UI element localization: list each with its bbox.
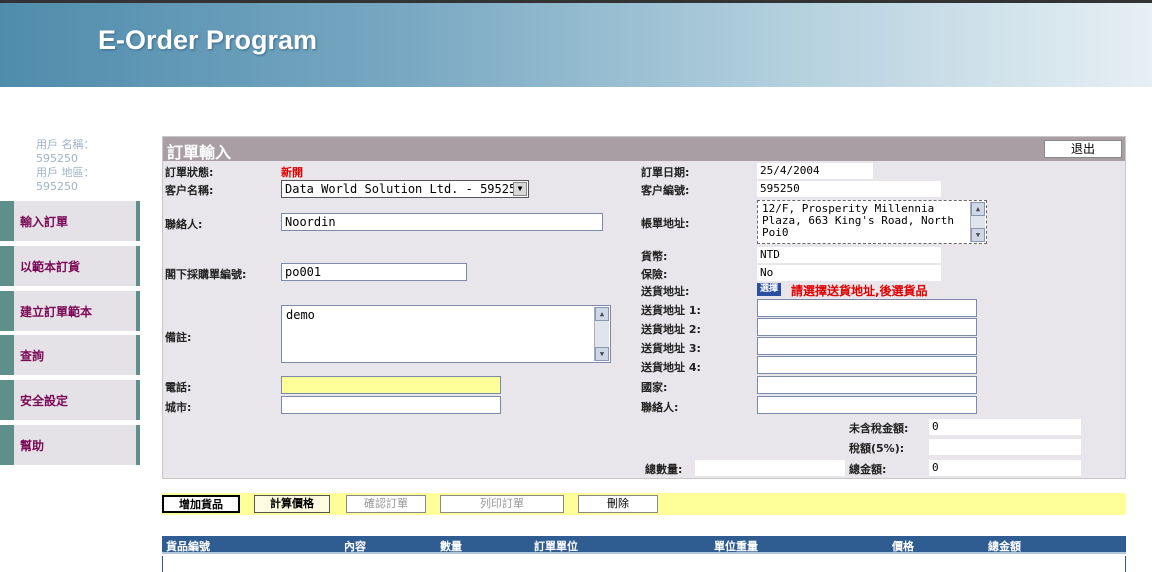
customer-no-label: 客户編號: — [641, 184, 690, 197]
column-header-quantity: 數量 — [440, 540, 462, 553]
city-label: 城市: — [165, 401, 192, 414]
user-region-value: 595250 — [36, 180, 78, 193]
delete-button[interactable]: 刪除 — [578, 495, 658, 513]
nav-item-security[interactable]: 安全設定 — [0, 380, 140, 420]
contact-label: 聯絡人: — [165, 218, 203, 231]
column-header-item-no: 貨品編號 — [166, 540, 210, 553]
column-header-description: 內容 — [344, 540, 366, 553]
po-number-input[interactable]: po001 — [281, 263, 467, 281]
order-form-panel: 訂單輸入 退出 訂單狀態: 新開 客户名稱: Data World Soluti… — [162, 136, 1126, 479]
ship-address-1-label: 送貨地址 1: — [641, 304, 701, 317]
currency-label: 貨幣: — [641, 250, 668, 263]
contact-input[interactable]: Noordin — [281, 213, 603, 231]
total-quantity-value — [695, 460, 845, 476]
country-input[interactable] — [757, 376, 977, 394]
header-banner: E-Order Program — [0, 0, 1152, 87]
total-amount-value: 0 — [929, 460, 1081, 476]
total-amount-label: 總金額: — [849, 463, 887, 476]
column-header-order-unit: 訂單單位 — [534, 540, 578, 553]
nav-item-create-template[interactable]: 建立訂單範本 — [0, 291, 140, 331]
nav-item-help[interactable]: 幫助 — [0, 425, 140, 465]
column-header-total: 總金額 — [988, 540, 1021, 553]
ship-address-1-input[interactable] — [757, 299, 977, 317]
po-number-label: 閣下採購單編號: — [165, 268, 247, 281]
scroll-down-icon[interactable]: ▼ — [971, 228, 985, 242]
shipping-hint: 請選擇送貨地址,後選貨品 — [791, 284, 928, 298]
nav-item-order-entry[interactable]: 輸入訂單 — [0, 201, 140, 241]
ship-contact-input[interactable] — [757, 396, 977, 414]
billing-address-line3: Poi0 — [762, 226, 789, 239]
items-table-body — [162, 556, 1126, 572]
billing-address-box[interactable]: 12/F, Prosperity Millennia Plaza, 663 Ki… — [757, 200, 987, 244]
chevron-down-icon[interactable]: ▼ — [513, 182, 527, 196]
nav-item-order-by-template[interactable]: 以範本訂貨 — [0, 246, 140, 286]
customer-name-select[interactable]: Data World Solution Ltd. - 595250 ▼ — [281, 180, 529, 198]
scroll-up-icon[interactable]: ▲ — [595, 307, 609, 321]
scroll-up-icon[interactable]: ▲ — [971, 202, 985, 216]
ship-address-4-label: 送貨地址 4: — [641, 361, 701, 374]
calculate-price-button[interactable]: 計算價格 — [254, 495, 330, 513]
total-quantity-label: 總數量: — [645, 463, 683, 476]
tax-value — [929, 439, 1081, 455]
ship-address-2-label: 送貨地址 2: — [641, 323, 701, 336]
ship-address-2-input[interactable] — [757, 318, 977, 336]
subtotal-value: 0 — [929, 419, 1081, 435]
remarks-text: demo — [286, 308, 315, 322]
user-region-label: 用戶 地區： — [36, 166, 95, 179]
country-label: 國家: — [641, 381, 668, 394]
subtotal-label: 未含稅金額: — [849, 422, 909, 435]
phone-label: 電話: — [165, 381, 192, 394]
action-bar: 增加貨品 計算價格 確認訂單 列印訂單 刪除 — [162, 493, 1126, 515]
order-status-label: 訂單狀態: — [165, 166, 214, 179]
tax-label: 稅額(5%): — [849, 442, 905, 455]
billing-address-line2: Plaza, 663 King's Road, North — [762, 214, 955, 227]
remarks-label: 備註: — [165, 331, 192, 344]
confirm-order-button[interactable]: 確認訂單 — [346, 495, 426, 513]
print-order-button[interactable]: 列印訂單 — [440, 495, 564, 513]
ship-contact-label: 聯絡人: — [641, 401, 679, 414]
column-header-price: 價格 — [892, 540, 914, 553]
phone-input[interactable] — [281, 376, 501, 394]
order-date-label: 訂單日期: — [641, 166, 690, 179]
order-date-value: 25/4/2004 — [757, 163, 873, 179]
select-shipping-button[interactable]: 選擇 — [757, 283, 781, 296]
ship-address-4-input[interactable] — [757, 356, 977, 374]
customer-no-value: 595250 — [757, 181, 941, 197]
billing-address-label: 帳單地址: — [641, 217, 690, 230]
shipping-address-label: 送貨地址: — [641, 285, 690, 298]
add-item-button[interactable]: 增加貨品 — [162, 495, 240, 513]
column-header-unit-weight: 單位重量 — [714, 540, 758, 553]
order-status-value: 新開 — [281, 166, 303, 179]
city-input[interactable] — [281, 396, 501, 414]
billing-address-scrollbar[interactable]: ▲ ▼ — [970, 202, 985, 242]
user-name-label: 用戶 名稱： — [36, 138, 95, 151]
insurance-value: No — [757, 265, 941, 281]
items-table-header: 貨品編號 內容 數量 訂單單位 單位重量 價格 總金額 — [162, 536, 1126, 554]
customer-name-label: 客户名稱: — [165, 184, 214, 197]
exit-button[interactable]: 退出 — [1044, 140, 1122, 158]
user-name-value: 595250 — [36, 152, 78, 165]
ship-address-3-input[interactable] — [757, 337, 977, 355]
form-header: 訂單輸入 退出 — [163, 137, 1125, 162]
ship-address-3-label: 送貨地址 3: — [641, 342, 701, 355]
remarks-textarea[interactable]: demo ▲ ▼ — [281, 305, 611, 363]
app-title: E-Order Program — [98, 25, 318, 55]
insurance-label: 保險: — [641, 268, 668, 281]
nav-item-query[interactable]: 查詢 — [0, 335, 140, 375]
scroll-down-icon[interactable]: ▼ — [595, 347, 609, 361]
currency-value: NTD — [757, 247, 941, 263]
remarks-scrollbar[interactable]: ▲ ▼ — [594, 307, 609, 361]
form-title: 訂單輸入 — [167, 143, 232, 162]
customer-name-value: Data World Solution Ltd. - 595250 — [285, 182, 524, 196]
